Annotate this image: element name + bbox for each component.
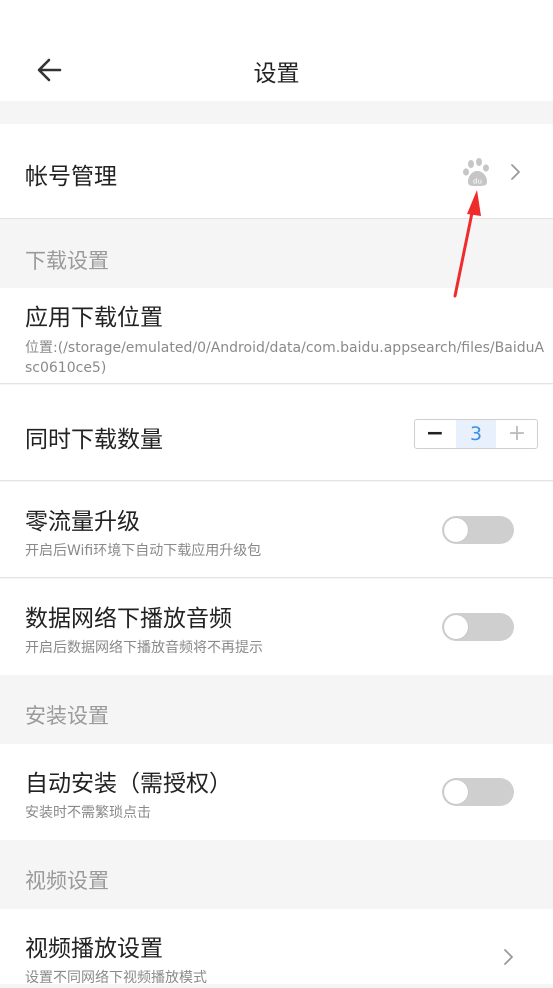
cellular-audio-toggle[interactable] <box>442 613 514 641</box>
divider <box>0 383 553 384</box>
zero-traffic-row: 零流量升级 开启后Wifi环境下自动下载应用升级包 <box>0 482 553 578</box>
increment-button[interactable]: + <box>497 420 537 448</box>
divider <box>0 480 553 481</box>
section-title-install: 安装设置 <box>25 704 109 728</box>
chevron-right-icon <box>511 164 520 180</box>
download-location-row[interactable]: 应用下载位置 位置:(/storage/emulated/0/Android/d… <box>0 288 553 384</box>
download-count-value: 3 <box>456 420 496 448</box>
auto-install-label: 自动安装（需授权） <box>25 771 232 797</box>
download-count-stepper: − 3 + <box>414 419 538 449</box>
cellular-audio-desc: 开启后数据网络下播放音频将不再提示 <box>25 640 263 656</box>
toggle-knob <box>444 780 468 804</box>
video-play-desc: 设置不同网络下视频播放模式 <box>25 970 207 986</box>
auto-install-toggle[interactable] <box>442 778 514 806</box>
section-title-download: 下载设置 <box>25 249 109 273</box>
video-play-row[interactable]: 视频播放设置 设置不同网络下视频播放模式 <box>0 909 553 986</box>
cellular-audio-row: 数据网络下播放音频 开启后数据网络下播放音频将不再提示 <box>0 579 553 675</box>
divider <box>0 577 553 578</box>
section-title-video: 视频设置 <box>25 869 109 893</box>
decrement-button[interactable]: − <box>415 420 455 448</box>
auto-install-row: 自动安装（需授权） 安装时不需繁琐点击 <box>0 744 553 840</box>
account-label: 帐号管理 <box>25 164 117 190</box>
zero-traffic-label: 零流量升级 <box>25 509 140 535</box>
video-play-label: 视频播放设置 <box>25 936 163 962</box>
chevron-right-icon <box>504 949 513 965</box>
auto-install-desc: 安装时不需繁琐点击 <box>25 805 151 821</box>
download-location-label: 应用下载位置 <box>25 305 163 331</box>
download-location-path: 位置:(/storage/emulated/0/Android/data/com… <box>25 340 545 376</box>
annotation-arrow <box>453 190 481 298</box>
app-header: 设置 <box>0 0 553 101</box>
toggle-knob <box>444 518 468 542</box>
page-title: 设置 <box>253 61 300 87</box>
cellular-audio-label: 数据网络下播放音频 <box>25 606 232 632</box>
zero-traffic-desc: 开启后Wifi环境下自动下载应用升级包 <box>25 543 262 559</box>
zero-traffic-toggle[interactable] <box>442 516 514 544</box>
toggle-knob <box>444 615 468 639</box>
concurrent-downloads-label: 同时下载数量 <box>25 427 163 453</box>
